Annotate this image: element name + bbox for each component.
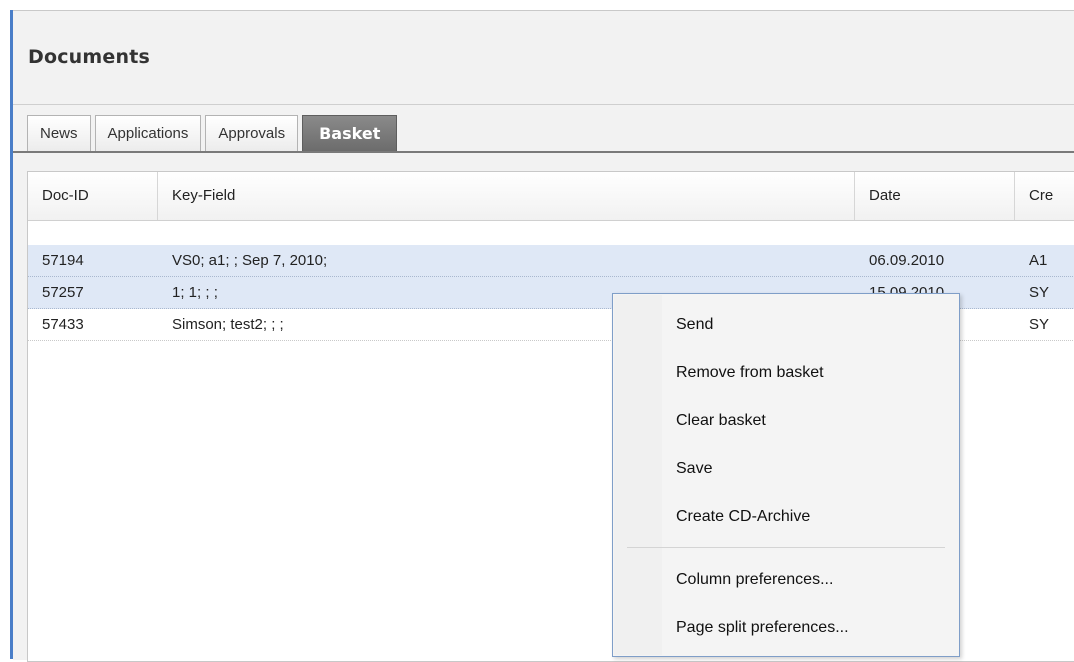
tab-news[interactable]: News [27, 115, 91, 151]
tab-applications[interactable]: Applications [94, 115, 202, 151]
window-margin-left [0, 0, 10, 659]
column-header-creator[interactable]: Cre [1015, 172, 1074, 220]
tab-strip-line [13, 151, 1074, 153]
menu-item-save[interactable]: Save [613, 445, 959, 493]
grid-header: Doc-ID Key-Field Date Cre [28, 172, 1074, 221]
window-margin-top [10, 0, 1074, 10]
cell-key-field: VS0; a1; ; Sep 7, 2010; [172, 252, 328, 269]
panel-title: Documents [28, 46, 151, 68]
table-row[interactable]: 57194 VS0; a1; ; Sep 7, 2010; 06.09.2010… [28, 245, 1074, 277]
cell-doc-id: 57257 [42, 284, 84, 301]
cell-doc-id: 57433 [42, 316, 84, 333]
context-menu: Send Remove from basket Clear basket Sav… [612, 293, 960, 657]
menu-item-page-split-preferences[interactable]: Page split preferences... [613, 604, 959, 652]
menu-item-create-cd-archive[interactable]: Create CD-Archive [613, 493, 959, 541]
menu-separator [627, 547, 945, 548]
title-divider [13, 104, 1074, 105]
menu-item-clear-basket[interactable]: Clear basket [613, 397, 959, 445]
menu-item-remove-from-basket[interactable]: Remove from basket [613, 349, 959, 397]
menu-item-send[interactable]: Send [613, 301, 959, 349]
tab-bar: News Applications Approvals Basket [27, 111, 401, 151]
menu-item-column-preferences[interactable]: Column preferences... [613, 556, 959, 604]
cell-doc-id: 57194 [42, 252, 84, 269]
cell-date: 06.09.2010 [869, 252, 945, 269]
tab-approvals[interactable]: Approvals [205, 115, 299, 151]
column-header-doc-id[interactable]: Doc-ID [28, 172, 158, 220]
cell-creator: SY [1029, 284, 1050, 301]
cell-creator: A1 [1029, 252, 1048, 269]
column-header-date[interactable]: Date [855, 172, 1015, 220]
column-header-key-field[interactable]: Key-Field [158, 172, 855, 220]
cell-creator: SY [1029, 316, 1050, 333]
tab-basket[interactable]: Basket [302, 115, 398, 151]
